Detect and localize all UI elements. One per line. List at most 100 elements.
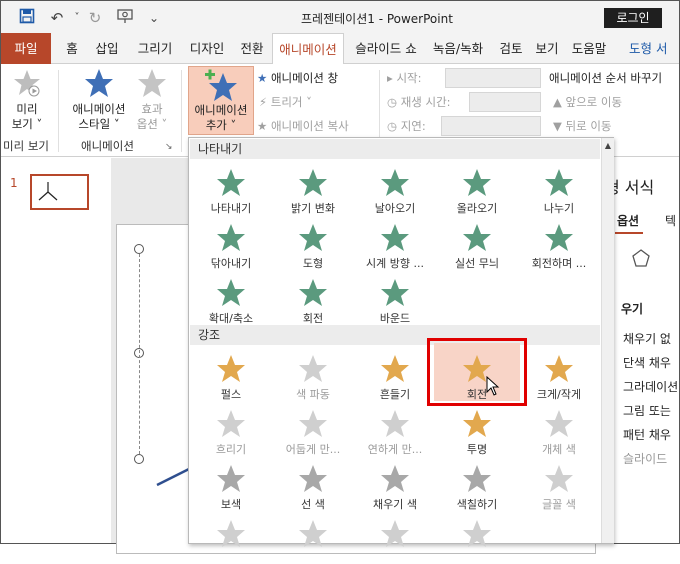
tab-record[interactable]: 녹음/녹화 [426,33,490,64]
animation-effect-item[interactable] [190,514,272,564]
animation-effect-item[interactable]: 회전 [272,273,354,325]
animation-effect-item[interactable]: 채우기 색 [354,459,436,511]
animation-effect-item[interactable]: 도형 [272,218,354,270]
animation-effect-item[interactable] [272,514,354,564]
tab-home[interactable]: 홈 [59,33,85,64]
animation-effect-item[interactable]: 글꼴 색 [518,459,600,511]
animation-effect-item[interactable]: 확대/축소 [190,273,272,325]
fill-option[interactable]: 단색 채우 [623,354,671,371]
duration-text: 재생 시간: [400,95,451,109]
star-effect-icon [463,224,491,251]
animation-effect-label: 연하게 만... [367,443,423,456]
animation-painter-button[interactable]: ★ 애니메이션 복사 [257,118,349,134]
animation-effect-item[interactable]: 밝기 변화 [272,163,354,215]
tab-insert[interactable]: 삽입 [89,33,125,64]
gallery-scrollbar[interactable]: ▲ [601,138,614,543]
delay-spinner[interactable] [441,116,541,136]
tab-transitions[interactable]: 전환 [234,33,270,64]
trigger-button[interactable]: ⚡ 트리거 ˅ [259,94,312,110]
animation-effect-item[interactable]: 바운드 [354,273,436,325]
fill-option[interactable]: 패턴 채우 [623,426,671,443]
tab-fill-line[interactable]: 옵션 [617,212,639,229]
star-effect-icon [545,465,573,492]
star-effect-icon [545,355,573,382]
star-effect-icon [217,224,245,251]
fill-option[interactable]: 슬라이드 [623,450,667,467]
reorder-title: 애니메이션 순서 바꾸기 [549,71,663,85]
tab-view[interactable]: 보기 [531,33,563,64]
separator [181,70,182,152]
customize-qat-icon[interactable]: ⌄ [144,8,164,28]
animation-effect-label: 실선 무늬 [455,257,499,270]
chevron-down-icon[interactable]: ˅ [67,8,87,28]
animation-pane-icon: ★ [257,71,268,85]
move-earlier-button[interactable]: ▲ 앞으로 이동 [553,94,622,110]
thumbnail-shape-icon [38,182,58,201]
star-effect-icon [463,410,491,437]
tab-shape-format[interactable]: 도형 서 [629,33,679,64]
animation-effect-item[interactable]: 크게/작게 [518,349,600,401]
animation-effect-item[interactable]: 개체 색 [518,404,600,456]
animation-effect-item[interactable]: 투명 [436,404,518,456]
trigger-label: 트리거 ˅ [270,95,312,109]
animation-effect-item[interactable]: 색칠하기 [436,459,518,511]
present-icon[interactable] [115,8,135,28]
animation-effect-item[interactable]: 날아오기 [354,163,436,215]
redo-icon[interactable]: ↻ [85,8,105,28]
tab-design[interactable]: 디자인 [184,33,230,64]
move-earlier-label: 앞으로 이동 [565,95,623,109]
resize-handle[interactable] [134,244,144,254]
move-later-button[interactable]: ▼ 뒤로 이동 [553,118,611,134]
fill-option[interactable]: 그림 또는 [623,402,671,419]
save-icon[interactable] [17,8,37,28]
animation-effect-item[interactable]: 흐리기 [190,404,272,456]
delay-label: ◷ 지연: [387,119,426,133]
dialog-launcher-icon[interactable]: ↘ [165,142,173,152]
animation-pane-button[interactable]: ★ 애니메이션 창 [257,70,338,86]
animation-effect-item[interactable]: 색 파동 [272,349,354,401]
tab-file[interactable]: 파일 [1,33,51,64]
animation-effect-item[interactable]: 실선 무늬 [436,218,518,270]
animation-effect-item[interactable]: 회전하며 ... [518,218,600,270]
animation-effect-item[interactable]: 나타내기 [190,163,272,215]
start-text: 시작: [396,71,422,85]
animation-effect-item[interactable]: 연하게 만... [354,404,436,456]
pentagon-icon[interactable] [631,248,651,271]
preview-button[interactable]: 미리 보기 ˅ [5,68,49,132]
tab-slideshow[interactable]: 슬라이드 쇼 [350,33,422,64]
animation-effect-item[interactable]: 선 색 [272,459,354,511]
animation-effect-item[interactable]: 보색 [190,459,272,511]
animation-style-button[interactable]: 애니메이션 스타일 ˅ [63,68,135,132]
resize-handle[interactable] [134,454,144,464]
add-animation-button[interactable]: 애니메이션 추가 ˅ [188,66,254,135]
tab-help[interactable]: 도움말 [567,33,611,64]
duration-spinner[interactable] [469,92,541,112]
tab-draw[interactable]: 그리기 [131,33,179,64]
animation-effect-item[interactable]: 올라오기 [436,163,518,215]
animation-effect-item[interactable]: 나누기 [518,163,600,215]
animation-effect-label: 개체 색 [542,443,576,456]
animation-effect-label: 닦아내기 [210,257,252,270]
tab-effects[interactable]: 텍 [665,212,676,229]
tab-animations[interactable]: 애니메이션 [272,33,344,65]
star-effect-icon [299,169,327,196]
fill-option[interactable]: 그라데이션 [623,378,678,395]
animation-effect-item[interactable]: 닦아내기 [190,218,272,270]
animation-effect-item[interactable]: 펄스 [190,349,272,401]
tab-review[interactable]: 검토 [495,33,527,64]
animation-effect-item[interactable]: 흔들기 [354,349,436,401]
fill-option[interactable]: 채우기 없 [623,330,671,347]
slide-thumbnail[interactable] [30,174,89,210]
scroll-up-icon[interactable]: ▲ [602,141,614,150]
star-effect-icon [381,169,409,196]
animation-effect-item[interactable]: 어둡게 만... [272,404,354,456]
animation-effect-item[interactable]: 시계 방향 ... [354,218,436,270]
effect-options-button[interactable]: 효과 옵션 ˅ [135,68,169,132]
animation-effect-item[interactable] [354,514,436,564]
fill-section-header[interactable]: 우기 [621,300,643,317]
preview-label: 미리 보기 ˅ [11,102,43,131]
login-button[interactable]: 로그인 [604,8,662,28]
animation-effect-item[interactable] [436,514,518,564]
start-select[interactable] [445,68,541,88]
undo-icon[interactable]: ↶ [47,8,67,28]
